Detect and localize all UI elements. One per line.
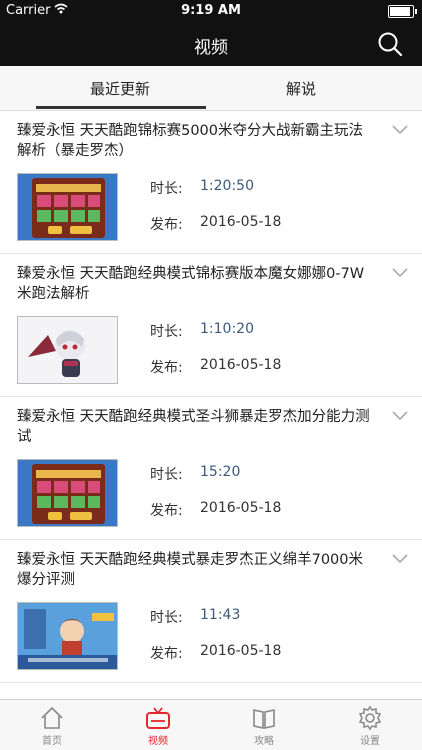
home-icon bbox=[41, 706, 63, 729]
tabbar-label-guide: 攻略 bbox=[254, 736, 274, 747]
list-item[interactable]: 臻爱永恒 天天酷跑经典模式暴走罗杰正义绵羊7000米爆分评测 时长: 11:43… bbox=[0, 540, 422, 683]
gear-icon bbox=[358, 705, 382, 731]
tabbar-item-home[interactable]: 首页 bbox=[12, 702, 92, 747]
tab-recent[interactable]: 最近更新 bbox=[90, 78, 150, 99]
segment-tabs: 最近更新 解说 bbox=[0, 66, 422, 111]
chevron-down-icon[interactable] bbox=[392, 411, 408, 421]
publish-date: 2016-05-18 bbox=[200, 214, 282, 230]
duration-value: 11:43 bbox=[200, 607, 241, 623]
book-icon bbox=[253, 709, 275, 729]
chevron-down-icon[interactable] bbox=[392, 268, 408, 278]
duration-label: 时长: bbox=[150, 181, 183, 197]
duration-label: 时长: bbox=[150, 324, 183, 340]
tabbar-label-video: 视频 bbox=[148, 736, 168, 747]
list-item[interactable]: 臻爱永恒 天天酷跑锦标赛5000米夺分大战新霸主玩法解析（暴走罗杰） 时长: 1… bbox=[0, 111, 422, 254]
tabbar-label-settings: 设置 bbox=[360, 736, 380, 747]
page-title: 视频 bbox=[194, 38, 228, 58]
publish-date: 2016-05-18 bbox=[200, 500, 282, 516]
tabbar-label-home: 首页 bbox=[42, 736, 62, 747]
video-title: 臻爱永恒 天天酷跑经典模式锦标赛版本魔女娜娜0-7W米跑法解析 bbox=[17, 266, 365, 302]
video-title: 臻爱永恒 天天酷跑经典模式暴走罗杰正义绵羊7000米爆分评测 bbox=[17, 552, 364, 588]
list-item[interactable]: 臻爱永恒 天天酷跑经典模式锦标赛版本魔女娜娜0-7W米跑法解析 时长: 1:10… bbox=[0, 254, 422, 397]
chevron-down-icon[interactable] bbox=[392, 554, 408, 564]
status-time: 9:19 AM bbox=[181, 3, 241, 18]
duration-value: 15:20 bbox=[200, 464, 241, 480]
video-thumbnail[interactable] bbox=[17, 459, 118, 527]
tabbar-item-video[interactable]: 视频 bbox=[118, 702, 198, 747]
tabbar-item-guide[interactable]: 攻略 bbox=[224, 702, 304, 747]
tab-indicator bbox=[36, 106, 206, 109]
video-list: 臻爱永恒 天天酷跑锦标赛5000米夺分大战新霸主玩法解析（暴走罗杰） 时长: 1… bbox=[0, 111, 422, 683]
tv-icon bbox=[146, 707, 170, 729]
duration-label: 时长: bbox=[150, 610, 183, 626]
video-title: 臻爱永恒 天天酷跑锦标赛5000米夺分大战新霸主玩法解析（暴走罗杰） bbox=[17, 123, 364, 159]
publish-date: 2016-05-18 bbox=[200, 643, 282, 659]
tab-commentary[interactable]: 解说 bbox=[286, 78, 316, 99]
publish-label: 发布: bbox=[150, 217, 183, 233]
duration-value: 1:20:50 bbox=[200, 178, 254, 194]
publish-label: 发布: bbox=[150, 646, 183, 662]
video-thumbnail[interactable] bbox=[17, 602, 118, 670]
publish-label: 发布: bbox=[150, 503, 183, 519]
duration-value: 1:10:20 bbox=[200, 321, 254, 337]
video-thumbnail[interactable] bbox=[17, 173, 118, 241]
search-button[interactable] bbox=[376, 30, 404, 58]
chevron-down-icon[interactable] bbox=[392, 125, 408, 135]
video-title: 臻爱永恒 天天酷跑经典模式圣斗狮暴走罗杰加分能力测试 bbox=[17, 409, 370, 445]
list-item[interactable]: 臻爱永恒 天天酷跑经典模式圣斗狮暴走罗杰加分能力测试 时长: 15:20 发布:… bbox=[0, 397, 422, 540]
duration-label: 时长: bbox=[150, 467, 183, 483]
video-thumbnail[interactable] bbox=[17, 316, 118, 384]
search-icon bbox=[378, 32, 403, 57]
publish-label: 发布: bbox=[150, 360, 183, 376]
publish-date: 2016-05-18 bbox=[200, 357, 282, 373]
nav-bar: 视频 bbox=[0, 22, 422, 66]
tabbar-item-settings[interactable]: 设置 bbox=[330, 702, 410, 747]
status-bar: Carrier 9:19 AM bbox=[0, 0, 422, 22]
tab-bar: 首页 视频 攻略 设置 bbox=[0, 699, 422, 750]
battery-icon bbox=[388, 5, 417, 18]
